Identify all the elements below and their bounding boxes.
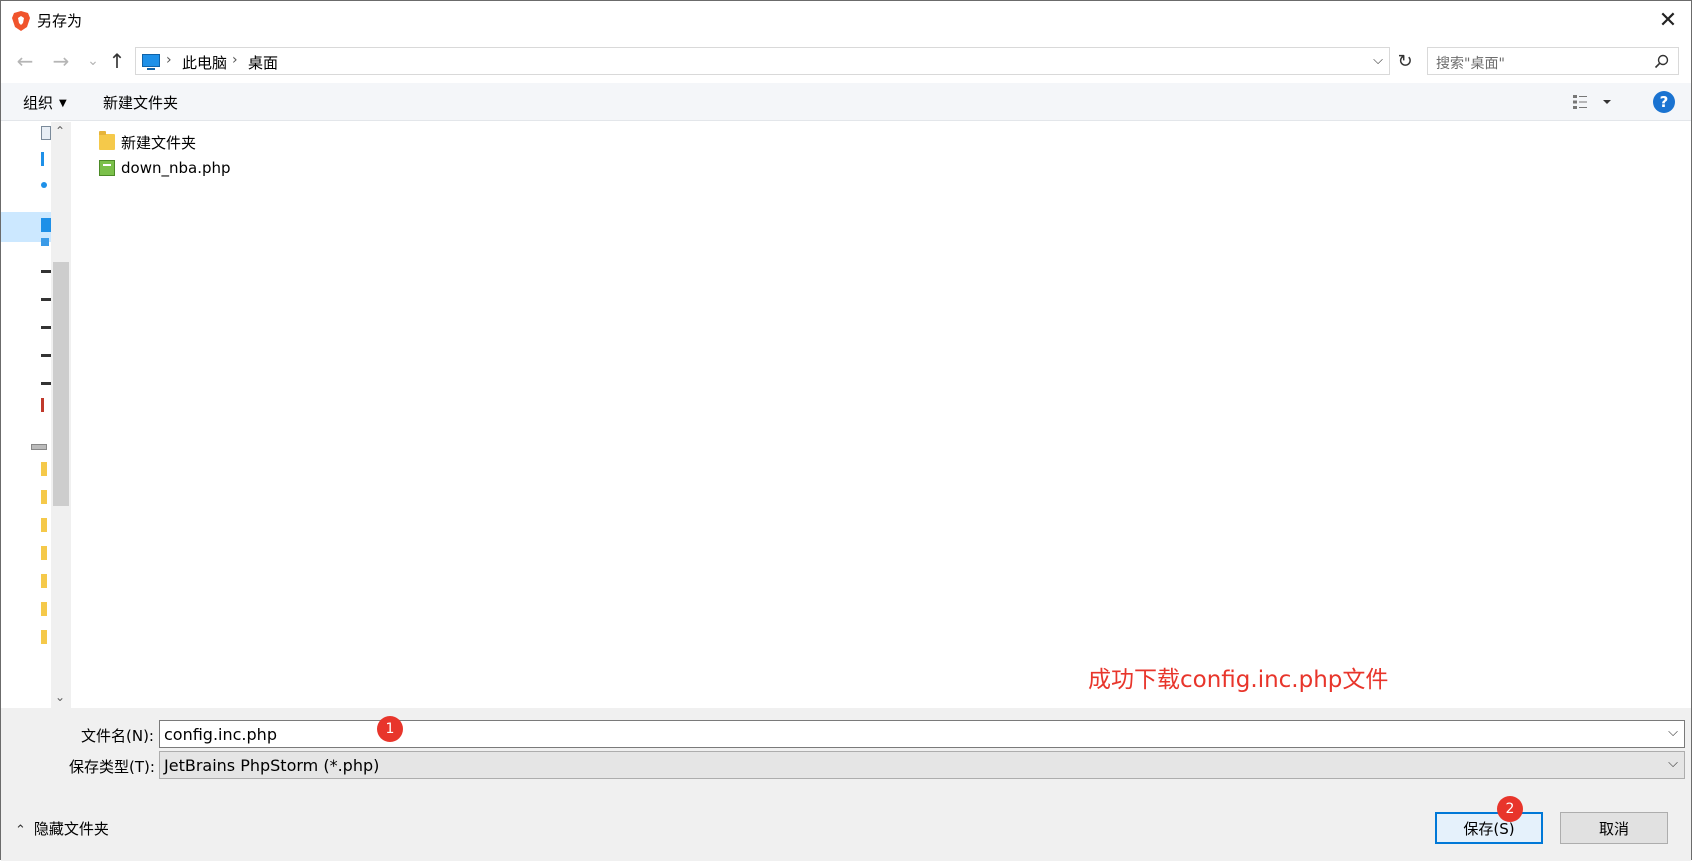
hide-folders-label: 隐藏文件夹 xyxy=(33,820,109,838)
file-name: 新建文件夹 xyxy=(121,133,197,152)
folder-icon[interactable] xyxy=(41,602,47,616)
search-input[interactable]: 搜索"桌面" xyxy=(1427,47,1679,75)
save-button[interactable]: 保存(S) xyxy=(1435,812,1543,844)
view-options-button[interactable] xyxy=(1571,92,1619,112)
forward-arrow-icon: → xyxy=(52,49,70,73)
save-as-dialog: 另存为 ✕ ← → ⌄ ↑ › 此电脑 › 桌面 ⌵ ↻ 搜索"桌面" 组织 ▼… xyxy=(0,0,1692,861)
scroll-up-icon[interactable]: ⌃ xyxy=(55,124,65,138)
title-bar: 另存为 ✕ xyxy=(1,1,1691,39)
folder-icon[interactable] xyxy=(41,546,47,560)
chevron-down-icon: ⌄ xyxy=(87,53,99,69)
windows-icon[interactable] xyxy=(41,238,49,246)
up-arrow-icon: ↑ xyxy=(108,49,126,73)
annotation-badge-2: 2 xyxy=(1497,796,1523,822)
folder-icon[interactable] xyxy=(41,462,47,476)
drive-icon[interactable] xyxy=(41,298,51,301)
save-options-area: 文件名(N): config.inc.php ⌵ 1 保存类型(T): JetB… xyxy=(1,708,1691,861)
back-button[interactable]: ← xyxy=(13,49,37,73)
filename-value: config.inc.php xyxy=(164,725,277,744)
organize-label: 组织 xyxy=(23,94,54,112)
documents-icon[interactable] xyxy=(41,126,51,140)
filename-label: 文件名(N): xyxy=(81,727,154,745)
close-button[interactable]: ✕ xyxy=(1653,6,1683,34)
new-folder-button[interactable]: 新建文件夹 xyxy=(103,92,178,113)
drive-icon[interactable] xyxy=(41,382,51,385)
view-details-icon xyxy=(1573,95,1587,109)
chevron-down-icon[interactable]: ⌵ xyxy=(1668,725,1678,740)
filetype-select[interactable]: JetBrains PhpStorm (*.php) ⌵ xyxy=(159,751,1685,779)
breadcrumb-this-pc[interactable]: 此电脑 xyxy=(182,52,227,73)
downloads-icon[interactable] xyxy=(41,152,51,166)
list-item[interactable]: down_nba.php xyxy=(99,156,231,180)
breadcrumb-separator: › xyxy=(232,52,238,68)
filetype-value: JetBrains PhpStorm (*.php) xyxy=(164,756,380,775)
folder-icon xyxy=(99,131,115,150)
back-arrow-icon: ← xyxy=(16,49,34,73)
file-name: down_nba.php xyxy=(121,159,231,177)
music-icon[interactable] xyxy=(41,182,47,188)
address-bar[interactable]: › 此电脑 › 桌面 ⌵ xyxy=(135,47,1390,75)
address-dropdown-icon[interactable]: ⌵ xyxy=(1373,53,1383,68)
file-list: 新建文件夹 down_nba.php 成功下载config.inc.php文件 xyxy=(73,122,1691,708)
folder-icon[interactable] xyxy=(41,490,47,504)
cancel-button[interactable]: 取消 xyxy=(1560,812,1668,844)
folder-icon[interactable] xyxy=(41,518,47,532)
breadcrumb-desktop[interactable]: 桌面 xyxy=(248,52,278,73)
command-toolbar: 组织 ▼ 新建文件夹 ? xyxy=(1,83,1691,121)
recent-locations-button[interactable]: ⌄ xyxy=(81,49,105,73)
navigation-scrollbar[interactable]: ⌃ ⌄ xyxy=(51,122,71,708)
desktop-icon[interactable] xyxy=(41,218,51,232)
scrollbar-thumb[interactable] xyxy=(53,262,69,506)
close-icon: ✕ xyxy=(1658,7,1678,33)
chevron-down-icon[interactable]: ⌵ xyxy=(1668,756,1678,771)
drive-icon[interactable] xyxy=(41,270,51,273)
navigation-bar: ← → ⌄ ↑ › 此电脑 › 桌面 ⌵ ↻ 搜索"桌面" xyxy=(1,41,1691,81)
refresh-button[interactable]: ↻ xyxy=(1392,47,1418,75)
this-pc-icon xyxy=(142,54,160,70)
forward-button[interactable]: → xyxy=(49,49,73,73)
hide-folders-toggle[interactable]: ⌃ 隐藏文件夹 xyxy=(15,818,109,839)
drive-icon[interactable] xyxy=(41,354,51,357)
navigation-pane: ⌃ ⌄ xyxy=(1,122,71,708)
refresh-icon: ↻ xyxy=(1397,50,1413,72)
window-title: 另存为 xyxy=(37,12,83,30)
drive-icon[interactable] xyxy=(41,326,51,329)
up-button[interactable]: ↑ xyxy=(105,49,129,73)
folder-icon[interactable] xyxy=(41,630,47,644)
folder-icon[interactable] xyxy=(41,574,47,588)
list-item[interactable]: 新建文件夹 xyxy=(99,130,196,154)
search-placeholder: 搜索"桌面" xyxy=(1436,56,1505,72)
php-file-icon xyxy=(99,160,115,176)
brave-browser-icon xyxy=(12,11,30,31)
search-icon xyxy=(1654,54,1669,69)
caret-down-icon: ▼ xyxy=(59,98,67,109)
scroll-down-icon[interactable]: ⌄ xyxy=(55,690,65,704)
app-drive-icon[interactable] xyxy=(41,398,51,412)
filetype-label: 保存类型(T): xyxy=(69,758,155,776)
annotation-badge-1: 1 xyxy=(377,716,403,742)
caret-down-icon xyxy=(1603,100,1611,104)
breadcrumb-separator: › xyxy=(166,52,172,68)
network-drive-icon[interactable] xyxy=(31,444,47,450)
chevron-up-icon: ⌃ xyxy=(15,823,26,838)
organize-menu-button[interactable]: 组织 ▼ xyxy=(23,92,67,113)
annotation-text: 成功下载config.inc.php文件 xyxy=(1088,667,1389,693)
help-button[interactable]: ? xyxy=(1653,91,1675,113)
